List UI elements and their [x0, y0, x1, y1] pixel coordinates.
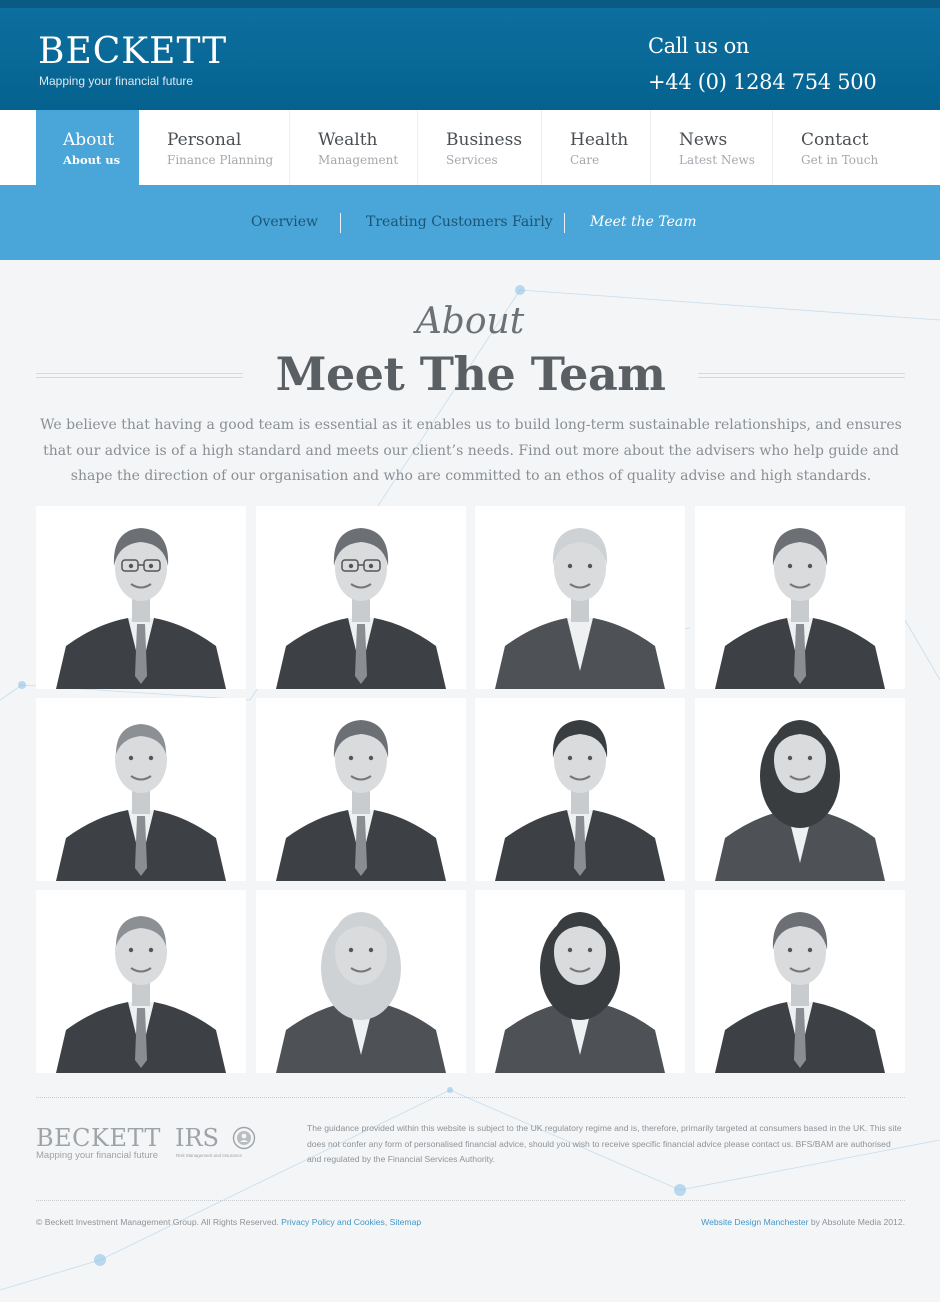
nav-item-label: About — [63, 130, 115, 150]
footer-divider — [36, 1200, 905, 1201]
nav-item-sublabel: Management — [318, 153, 399, 167]
portrait-image — [275, 912, 446, 1073]
nav-item-sublabel: About us — [63, 153, 121, 167]
portrait-image — [714, 912, 885, 1073]
portrait-image — [275, 720, 446, 881]
credit-suffix: by Absolute Media 2012. — [810, 1217, 905, 1227]
subnav-meet-the-team[interactable]: Meet the Team — [590, 214, 697, 230]
subnav-treating-customers-fairly[interactable]: Treating Customers Fairly — [366, 214, 553, 230]
nav-item-personal[interactable]: Personal Finance Planning — [140, 110, 290, 185]
footer-disclaimer: The guidance provided within this websit… — [307, 1123, 902, 1164]
nav-item-sublabel: Services — [446, 153, 498, 167]
subnav-divider — [340, 213, 341, 233]
portrait-image — [714, 528, 885, 689]
nav-item-label: News — [679, 130, 728, 150]
privacy-policy-link[interactable]: Privacy Policy and Cookies — [281, 1217, 385, 1227]
nav-item-label: Personal — [167, 130, 242, 150]
portrait-image — [275, 528, 446, 689]
team-member-photo[interactable] — [36, 890, 246, 1073]
call-label: Call us on — [648, 34, 749, 58]
team-member-photo[interactable] — [475, 890, 685, 1073]
intro-text: We believe that having a good team is es… — [40, 417, 902, 484]
team-grid — [36, 506, 905, 1073]
team-member-photo[interactable] — [255, 698, 466, 881]
nav-item-about[interactable]: About About us — [36, 110, 139, 185]
copyright-text: © Beckett Investment Management Group. A… — [36, 1217, 279, 1227]
team-member-photo[interactable] — [475, 506, 685, 689]
footer-irs-tagline: Risk Management and Insurance — [176, 1153, 243, 1158]
phone-number[interactable]: +44 (0) 1284 754 500 — [648, 70, 877, 94]
team-member-photo[interactable] — [36, 698, 246, 881]
nav-item-sublabel: Latest News — [679, 153, 755, 167]
nav-item-label: Contact — [801, 130, 869, 150]
page-title: Meet The Team — [275, 347, 666, 401]
portrait-image — [56, 724, 226, 881]
nav-item-sublabel: Get in Touch — [801, 153, 879, 167]
irs-seal-icon — [232, 1126, 256, 1150]
subnav-overview[interactable]: Overview — [251, 214, 318, 230]
team-member-photo[interactable] — [694, 890, 905, 1073]
sub-nav: Overview Treating Customers Fairly Meet … — [0, 185, 940, 260]
nav-item-label: Business — [446, 130, 523, 150]
nav-item-sublabel: Care — [570, 153, 600, 167]
nav-item-label: Health — [570, 130, 629, 150]
team-member-photo[interactable] — [475, 698, 685, 881]
page-eyebrow: About — [415, 301, 525, 342]
nav-item-wealth[interactable]: Wealth Management — [291, 110, 418, 185]
sitemap-link[interactable]: Sitemap — [390, 1217, 422, 1227]
nav-item-news[interactable]: News Latest News — [652, 110, 773, 185]
link-separator: , — [384, 1217, 388, 1227]
nav-item-sublabel: Finance Planning — [167, 153, 274, 167]
footer-beckett-logo[interactable]: BECKETT — [36, 1124, 161, 1152]
site-logo[interactable]: BECKETT — [38, 32, 227, 72]
nav-item-contact[interactable]: Contact Get in Touch — [774, 110, 906, 185]
nav-item-label: Wealth — [318, 130, 378, 150]
portrait-image — [56, 916, 226, 1073]
main-nav: About About us Personal Finance Planning… — [0, 110, 940, 185]
team-member-photo[interactable] — [694, 506, 905, 689]
site-header: BECKETT Mapping your financial future Ca… — [0, 0, 940, 110]
footer-credit: Website Design Manchester by Absolute Me… — [701, 1217, 905, 1227]
footer-copyright-line: © Beckett Investment Management Group. A… — [36, 1217, 421, 1227]
footer-logo-tagline: Mapping your financial future — [36, 1150, 158, 1161]
portrait-image — [495, 912, 665, 1073]
footer-irs-logo[interactable]: IRS — [175, 1124, 219, 1152]
portrait-image — [714, 720, 885, 881]
team-member-photo[interactable] — [694, 698, 905, 881]
nav-item-business[interactable]: Business Services — [419, 110, 542, 185]
team-member-photo[interactable] — [255, 506, 466, 689]
team-member-photo[interactable] — [255, 890, 466, 1073]
portrait-image — [495, 528, 665, 689]
team-member-photo[interactable] — [36, 506, 246, 689]
title-row: Meet The Team — [36, 346, 905, 406]
subnav-divider — [564, 213, 565, 233]
portrait-image — [495, 720, 665, 881]
nav-item-health[interactable]: Health Care — [543, 110, 651, 185]
footer-divider — [36, 1097, 905, 1098]
portrait-image — [56, 528, 226, 689]
website-design-link[interactable]: Website Design Manchester — [701, 1217, 808, 1227]
logo-tagline: Mapping your financial future — [39, 74, 194, 88]
